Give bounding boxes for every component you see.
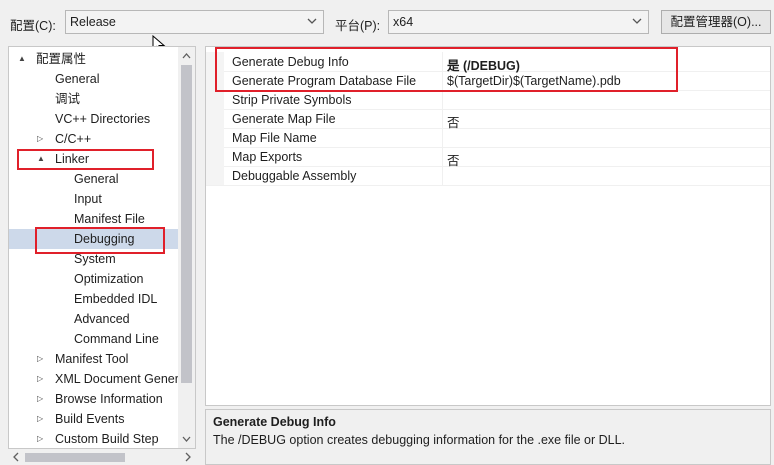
tree-item[interactable]: Input <box>9 189 179 209</box>
tree-item-label: VC++ Directories <box>55 112 151 126</box>
scroll-right-icon[interactable] <box>182 451 194 463</box>
tree-item[interactable]: General <box>9 169 179 189</box>
triangle-collapsed-icon[interactable]: ▷ <box>37 409 47 429</box>
tree-item-label: Custom Build Step <box>55 432 159 446</box>
tree-item-label: XML Document Generator <box>55 372 196 386</box>
property-row[interactable]: Map Exports 否 <box>206 147 770 168</box>
tree-item-label: 配置属性 <box>36 52 87 66</box>
tree-item-label: Build Events <box>55 412 125 426</box>
tree-item-label: Browse Information <box>55 392 163 406</box>
config-manager-button[interactable]: 配置管理器(O)... <box>661 10 771 34</box>
highlight-box-linker <box>17 149 154 170</box>
scrollbar-thumb[interactable] <box>25 453 125 462</box>
tree-item[interactable]: Embedded IDL <box>9 289 179 309</box>
description-text: The /DEBUG option creates debugging info… <box>213 433 626 447</box>
property-row-margin <box>206 128 224 147</box>
tree-item-label: Manifest Tool <box>55 352 129 366</box>
scroll-up-icon[interactable] <box>181 50 192 62</box>
tree-item[interactable]: Optimization <box>9 269 179 289</box>
tree-item-label: 调试 <box>55 92 81 106</box>
tree-item-label: Embedded IDL <box>74 292 158 306</box>
config-dropdown[interactable]: Release <box>65 10 324 34</box>
tree-item-label: General <box>74 172 119 186</box>
tree-item-label: Advanced <box>74 312 130 326</box>
tree-item[interactable]: ▷ XML Document Generator <box>9 369 195 389</box>
tree-item[interactable]: ▲ 配置属性 <box>9 49 179 69</box>
tree-item-label: Manifest File <box>74 212 145 226</box>
scrollbar-thumb[interactable] <box>181 65 192 383</box>
property-row[interactable]: Generate Map File 否 <box>206 109 770 130</box>
property-row[interactable]: Map File Name <box>206 128 770 148</box>
triangle-collapsed-icon[interactable]: ▷ <box>37 429 47 448</box>
property-name: Debuggable Assembly <box>232 169 357 183</box>
tree-item-label: Input <box>74 192 102 206</box>
tree-item[interactable]: ▷ Custom Build Step <box>9 429 179 448</box>
triangle-collapsed-icon[interactable]: ▷ <box>37 349 47 369</box>
property-name: Strip Private Symbols <box>232 93 352 107</box>
chevron-down-icon <box>307 18 317 24</box>
property-row[interactable]: Strip Private Symbols <box>206 90 770 110</box>
platform-dropdown[interactable]: x64 <box>388 10 649 34</box>
property-row-margin <box>206 166 224 185</box>
triangle-collapsed-icon[interactable]: ▷ <box>37 369 47 389</box>
tree-vertical-scrollbar[interactable] <box>178 47 195 448</box>
column-divider[interactable] <box>442 128 443 147</box>
description-panel: Generate Debug Info The /DEBUG option cr… <box>205 409 771 465</box>
description-title: Generate Debug Info <box>213 415 336 429</box>
property-row-margin <box>206 109 224 128</box>
column-divider[interactable] <box>442 147 443 166</box>
tree-item[interactable]: ▷ Manifest Tool <box>9 349 179 369</box>
chevron-down-icon <box>632 18 642 24</box>
tree-horizontal-scrollbar[interactable] <box>8 449 196 465</box>
highlight-box-debug-props <box>215 47 678 92</box>
config-label: 配置(C): <box>10 19 56 33</box>
tree-item[interactable]: ▷ Build Events <box>9 409 179 429</box>
triangle-expanded-icon[interactable]: ▲ <box>18 49 28 69</box>
property-name: Map File Name <box>232 131 317 145</box>
platform-dropdown-value: x64 <box>393 15 414 29</box>
column-divider[interactable] <box>442 90 443 109</box>
triangle-collapsed-icon[interactable]: ▷ <box>37 129 47 149</box>
property-grid[interactable]: Generate Debug Info 是 (/DEBUG) Generate Pr… <box>205 46 771 406</box>
tree-item-label: Optimization <box>74 272 144 286</box>
scroll-left-icon[interactable] <box>10 451 22 463</box>
highlight-box-debugging <box>35 227 165 254</box>
property-row-margin <box>206 147 224 166</box>
tree-item-label: Command Line <box>74 332 159 346</box>
tree-item[interactable]: VC++ Directories <box>9 109 179 129</box>
triangle-collapsed-icon[interactable]: ▷ <box>37 389 47 409</box>
tree-item[interactable]: 调试 <box>9 89 179 109</box>
property-name: Generate Map File <box>232 112 336 126</box>
tree-item[interactable]: Advanced <box>9 309 179 329</box>
column-divider[interactable] <box>442 109 443 128</box>
property-row-margin <box>206 90 224 109</box>
tree-item[interactable]: Command Line <box>9 329 179 349</box>
property-row[interactable]: Debuggable Assembly <box>206 166 770 186</box>
tree-item[interactable]: ▷ Browse Information <box>9 389 179 409</box>
tree-item[interactable]: ▷ C/C++ <box>9 129 179 149</box>
platform-label: 平台(P): <box>335 19 381 33</box>
scroll-down-icon[interactable] <box>181 433 192 445</box>
column-divider[interactable] <box>442 166 443 185</box>
tree-item-label: General <box>55 72 100 86</box>
config-dropdown-value: Release <box>70 15 116 29</box>
tree-item[interactable]: Manifest File <box>9 209 179 229</box>
tree-item-label: C/C++ <box>55 132 92 146</box>
property-name: Map Exports <box>232 150 303 164</box>
tree-item[interactable]: General <box>9 69 179 89</box>
